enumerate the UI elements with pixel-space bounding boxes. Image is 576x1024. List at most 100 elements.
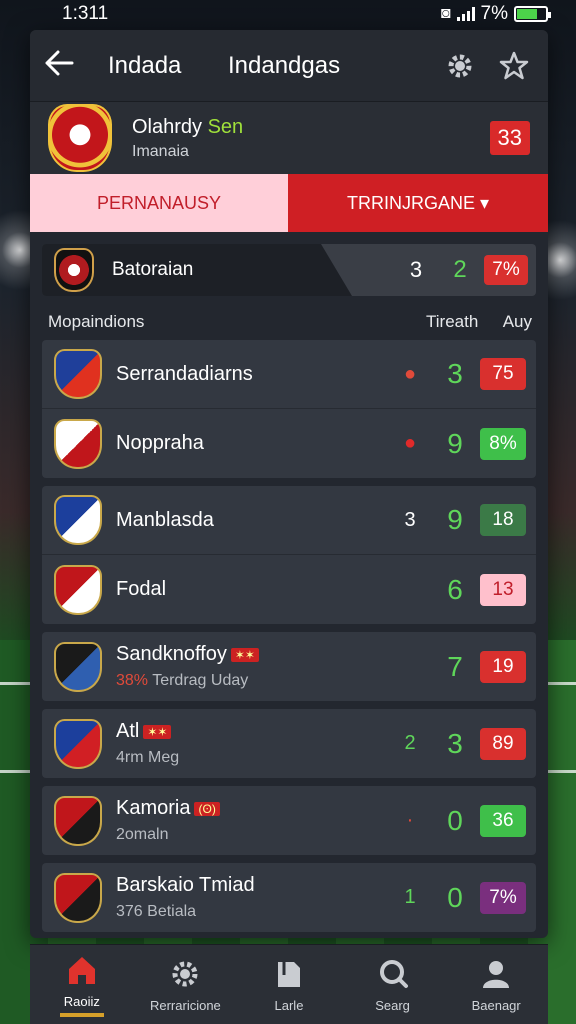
- team-row-subtitle: 376 Betiala: [116, 903, 390, 921]
- team-row-name: Serrandadiarns: [116, 362, 253, 385]
- team-row[interactable]: Manblasda 3 9 18: [42, 486, 536, 555]
- team-row[interactable]: Serrandadiarns ● 3 75: [42, 340, 536, 409]
- team-group-card: Serrandadiarns ● 3 75 Noppraha ● 9 8%: [42, 340, 536, 478]
- team-row-score: 3: [447, 727, 463, 759]
- team-row-score: 9: [447, 504, 463, 535]
- team-crest-icon: [54, 872, 102, 923]
- team-row-score: 0: [447, 881, 463, 913]
- team-row[interactable]: Sandknoffoy ✶✶ 38% Terdrag Uday 7 19: [42, 632, 536, 701]
- gear-icon: [167, 956, 203, 992]
- team-header: Olahrdy Sen Imanaia 33: [30, 102, 548, 174]
- team-row-name: Barskaio Tmiad: [116, 874, 255, 896]
- column-header-2: Tireath: [426, 312, 479, 331]
- featured-label: Batoraian: [112, 259, 194, 280]
- team-row[interactable]: Noppraha ● 9 8%: [42, 409, 536, 478]
- tab-right-dropdown[interactable]: TRRINJRGANE ▾: [288, 174, 548, 232]
- team-row-pill: 7%: [480, 881, 526, 914]
- team-row-name: Kamoria: [116, 797, 191, 819]
- team-row-event: ·: [406, 809, 414, 831]
- signal-icon: [456, 7, 475, 21]
- back-arrow-icon[interactable]: [44, 46, 94, 85]
- team-row[interactable]: Kamoria (ʘ) 2omaln · 0 36: [42, 786, 536, 855]
- status-time: 1:311: [62, 3, 109, 24]
- nav-item-book[interactable]: Larle: [237, 945, 341, 1024]
- team-row-flag: (ʘ): [194, 801, 220, 816]
- team-row-sub-text: 2omaln: [116, 826, 169, 843]
- team-row-pill: 75: [480, 358, 526, 390]
- nav-item-label: Rerraricione: [149, 998, 221, 1013]
- nav-item-label: Larle: [274, 998, 304, 1013]
- nav-item-gear[interactable]: Rerraricione: [134, 945, 238, 1024]
- team-subtitle: Imanaia: [132, 142, 189, 160]
- team-row-score: 7: [447, 650, 463, 682]
- team-crest-icon: [48, 104, 112, 172]
- column-header-3: Auy: [502, 312, 532, 331]
- featured-value-2: 2: [453, 256, 467, 283]
- team-row-sub-text: 4rm Meg: [116, 749, 180, 766]
- notification-icon: ◙: [440, 5, 451, 22]
- featured-row[interactable]: Batoraian 3 2 7%: [42, 244, 536, 296]
- team-group-card: Manblasda 3 9 18 Fodal 6 13: [42, 486, 536, 624]
- team-row-pill: 8%: [480, 427, 526, 460]
- home-icon: [64, 952, 100, 988]
- team-crest-icon: [54, 349, 102, 399]
- top-bar: Indada Indandgas: [30, 30, 548, 102]
- team-row[interactable]: Barskaio Tmiad 376 Betiala 1 0 7%: [42, 863, 536, 932]
- featured-crest-icon: [54, 248, 94, 292]
- nav-item-label: Raoiiz: [63, 994, 100, 1009]
- column-header-1: Mopaindions: [48, 312, 145, 331]
- team-group-card: Barskaio Tmiad 376 Betiala 1 0 7%: [42, 863, 536, 932]
- team-row-name: Sandknoffoy: [116, 643, 227, 665]
- person-icon: [478, 956, 514, 992]
- team-row[interactable]: Atl ✶✶ 4rm Meg 2 3 89: [42, 709, 536, 778]
- team-row-pill: 36: [480, 804, 526, 837]
- status-bar: 1:311 ◙ 7%: [0, 0, 576, 28]
- team-row-score: 6: [447, 573, 463, 605]
- team-row-name: Atl: [116, 720, 140, 742]
- team-row-sub-highlight: 38%: [116, 672, 149, 689]
- team-row-flag: ✶✶: [143, 724, 172, 739]
- count-badge: 33: [489, 121, 530, 155]
- team-row-sub-text: 376 Betiala: [116, 903, 197, 920]
- team-row-event: 2: [404, 732, 416, 754]
- star-icon[interactable]: [494, 46, 534, 86]
- active-indicator: [59, 1013, 104, 1017]
- featured-value-1: 3: [409, 257, 423, 282]
- team-row-flag: ✶✶: [230, 647, 259, 662]
- header-title-primary: Indada: [108, 51, 182, 79]
- team-row-subtitle: 2omaln: [116, 826, 390, 844]
- team-crest-icon: [54, 641, 102, 692]
- settings-gear-icon[interactable]: [440, 46, 480, 86]
- app-panel: Indada Indandgas Olahrdy Sen Imanaia 33 …: [30, 30, 548, 938]
- team-row-subtitle: 4rm Meg: [116, 749, 390, 767]
- team-row-name: Fodal: [116, 578, 167, 600]
- team-row-pill: 13: [480, 573, 526, 606]
- team-row-name: Manblasda: [116, 508, 214, 531]
- bottom-nav: Raoiiz Rerraricione Larle Searg Baenagr: [30, 944, 548, 1024]
- nav-item-label: Baenagr: [471, 998, 521, 1013]
- nav-item-home[interactable]: Raoiiz: [30, 945, 134, 1024]
- team-crest-icon: [54, 418, 102, 469]
- team-name-accent: Sen: [207, 115, 244, 138]
- team-row-score: 3: [447, 358, 463, 389]
- team-group-card: Sandknoffoy ✶✶ 38% Terdrag Uday 7 19: [42, 632, 536, 701]
- team-crest-icon: [54, 795, 102, 846]
- battery-icon: [514, 6, 551, 22]
- team-row[interactable]: Fodal 6 13: [42, 555, 536, 624]
- team-row-pill: 89: [480, 727, 526, 760]
- nav-item-label: Searg: [375, 998, 410, 1013]
- team-row-pill: 19: [480, 650, 526, 683]
- team-row-pill: 18: [480, 504, 526, 536]
- team-list: Serrandadiarns ● 3 75 Noppraha ● 9 8% Manblasda 3…: [30, 340, 548, 938]
- team-row-score: 0: [447, 804, 463, 836]
- nav-item-search[interactable]: Searg: [341, 945, 445, 1024]
- featured-pill: 7%: [484, 255, 528, 285]
- team-row-event: ●: [403, 362, 417, 385]
- team-row-event: 1: [404, 886, 416, 908]
- team-crest-icon: [54, 495, 102, 545]
- battery-percent: 7%: [480, 3, 508, 24]
- tab-left[interactable]: PERNANAUSY: [30, 174, 288, 232]
- team-group-card: Kamoria (ʘ) 2omaln · 0 36: [42, 786, 536, 855]
- nav-item-person[interactable]: Baenagr: [444, 945, 548, 1024]
- header-title-secondary: Indandgas: [228, 51, 341, 79]
